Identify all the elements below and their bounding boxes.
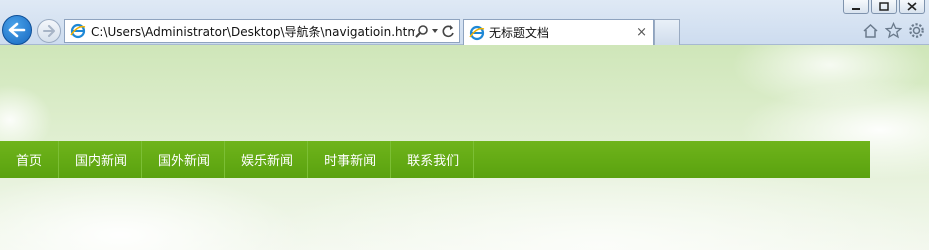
refresh-icon[interactable] — [441, 24, 455, 38]
nav-item-domestic-news[interactable]: 国内新闻 — [59, 141, 143, 178]
address-bar[interactable]: C:\Users\Administrator\Desktop\导航条\navig… — [64, 19, 460, 43]
browser-chrome: C:\Users\Administrator\Desktop\导航条\navig… — [0, 0, 929, 45]
address-url[interactable]: C:\Users\Administrator\Desktop\导航条\navig… — [91, 23, 415, 40]
tab-active[interactable]: 无标题文档 × — [463, 19, 654, 45]
minimize-icon — [852, 7, 860, 10]
maximize-icon — [879, 2, 889, 11]
nav-item-foreign-news[interactable]: 国外新闻 — [142, 141, 226, 178]
favorites-star-icon[interactable] — [885, 22, 902, 39]
maximize-button[interactable] — [871, 0, 897, 14]
nav-item-contact-us[interactable]: 联系我们 — [391, 141, 475, 178]
forward-button[interactable] — [37, 19, 61, 43]
navigation-bar: 首页 国内新闻 国外新闻 娱乐新闻 时事新闻 联系我们 — [0, 141, 870, 178]
new-tab-button[interactable] — [654, 19, 680, 45]
tab-title: 无标题文档 — [489, 26, 550, 40]
nav-item-entertainment-news[interactable]: 娱乐新闻 — [225, 141, 309, 178]
tab-close-icon[interactable]: × — [636, 25, 647, 40]
close-icon — [907, 2, 917, 11]
minimize-button[interactable] — [843, 0, 869, 14]
home-icon[interactable] — [862, 22, 879, 39]
nav-item-current-affairs[interactable]: 时事新闻 — [308, 141, 392, 178]
back-button[interactable] — [2, 15, 32, 45]
nav-item-home[interactable]: 首页 — [0, 141, 60, 178]
ie-page-icon — [69, 22, 87, 40]
chevron-down-icon[interactable] — [431, 27, 439, 35]
gear-icon[interactable] — [908, 22, 925, 39]
toolbar-icons — [862, 22, 925, 39]
ie-tab-icon — [469, 25, 485, 40]
close-window-button[interactable] — [899, 0, 925, 14]
arrow-right-icon — [43, 25, 55, 37]
page-viewport: 首页 国内新闻 国外新闻 娱乐新闻 时事新闻 联系我们 — [0, 45, 929, 250]
arrow-left-icon — [8, 22, 26, 38]
window-controls — [843, 0, 925, 14]
search-icon[interactable] — [415, 24, 429, 38]
address-tools — [415, 24, 459, 38]
